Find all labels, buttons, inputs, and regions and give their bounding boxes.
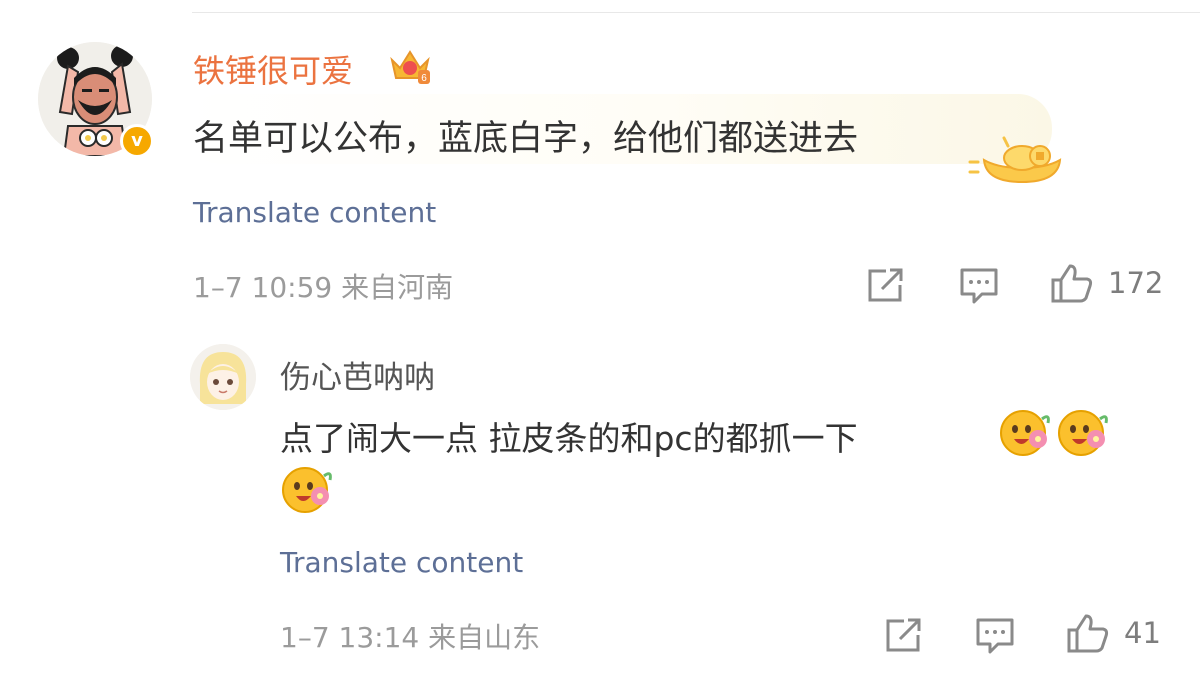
reply-translate-content-link[interactable]: Translate content [280, 546, 523, 579]
comment-icon [976, 618, 1014, 654]
svg-text:6: 6 [421, 73, 427, 84]
reply-share-button[interactable] [884, 616, 924, 654]
reply-avatar[interactable] [190, 344, 256, 410]
like-button[interactable] [1050, 262, 1094, 304]
share-button[interactable] [866, 266, 906, 304]
reply-username[interactable]: 伤心芭呐呐 [280, 352, 435, 397]
verified-badge: v [120, 124, 154, 158]
reply-text: 点了闹大一点 拉皮条的和pc的都抓一下 [280, 419, 858, 458]
share-icon [886, 618, 921, 652]
reply-like-button[interactable] [1066, 612, 1110, 654]
flower-blush-emoji-icon [1058, 410, 1108, 456]
crown-level-badge-icon: 6 [390, 50, 430, 84]
girl-avatar-icon [190, 344, 256, 410]
flower-blush-emoji-icon [1000, 410, 1050, 456]
comment-username[interactable]: 铁锤很可爱 [193, 46, 353, 92]
comment-timestamp-location: 1–7 10:59 来自河南 [193, 271, 454, 304]
thumbs-up-icon [1067, 614, 1109, 653]
top-divider [192, 12, 1200, 13]
translate-content-link[interactable]: Translate content [193, 196, 436, 229]
reply-reply-button[interactable] [974, 616, 1016, 656]
thumbs-up-icon [1051, 264, 1093, 303]
flower-blush-emoji-icon [282, 467, 332, 513]
reply-timestamp-location: 1–7 13:14 来自山东 [280, 621, 541, 654]
reply-like-count: 41 [1124, 616, 1161, 650]
comment-icon [960, 268, 998, 304]
gold-ingot-decoration-icon [968, 136, 1062, 184]
reply-button[interactable] [958, 266, 1000, 306]
like-count: 172 [1108, 266, 1164, 300]
share-icon [868, 268, 903, 302]
comment-text: 名单可以公布，蓝底白字，给他们都送进去 [193, 119, 859, 159]
